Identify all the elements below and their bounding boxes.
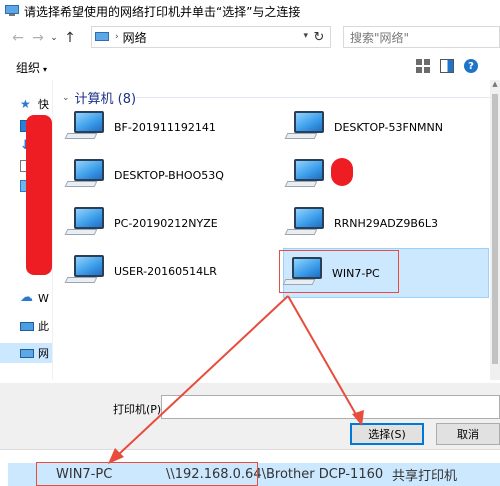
view-options-icon[interactable] [416, 59, 430, 73]
chevron-right-icon: › [115, 32, 119, 42]
scroll-up-icon[interactable]: ▲ [490, 80, 500, 90]
computer-name: DESKTOP-53FNMNN [334, 120, 444, 134]
computer-icon [284, 155, 326, 195]
sidebar-item-quick-access[interactable]: ★ 快 [20, 96, 49, 112]
breadcrumb-network[interactable]: 网络 [123, 29, 147, 46]
computer-name: USER-20160514LR [114, 264, 217, 278]
forward-button[interactable]: → [28, 26, 48, 50]
chevron-down-icon: ▾ [43, 64, 48, 74]
recent-locations-button[interactable]: ⌄ [48, 26, 60, 50]
computer-icon [284, 203, 326, 243]
chevron-down-icon: ⌄ [62, 92, 70, 103]
computer-icon [284, 107, 326, 147]
computer-icon [64, 251, 106, 291]
computer-name: BF-201911192141 [114, 120, 216, 134]
toolbar: 组织 ▾ ? [0, 55, 500, 79]
sidebar-item-onedrive[interactable]: ☁ W [20, 290, 49, 306]
preview-pane-icon[interactable] [440, 59, 454, 73]
network-icon [20, 348, 34, 358]
computer-item[interactable]: DESKTOP-BHOO53Q [64, 151, 266, 199]
sidebar-item-network[interactable]: 网 [20, 345, 49, 361]
redaction-mark [331, 158, 353, 186]
computer-item[interactable]: RRNH29ADZ9B6L3 [284, 199, 486, 247]
printer-input[interactable] [161, 395, 500, 419]
sidebar-item-label: 此 [38, 320, 49, 333]
chevron-down-icon[interactable]: ▾ [303, 31, 308, 41]
sidebar-item-label: 网 [38, 347, 49, 360]
network-icon [95, 31, 111, 43]
help-icon[interactable]: ? [464, 59, 478, 73]
computer-item[interactable]: USER-20160514LR [64, 247, 266, 295]
scroll-thumb[interactable] [492, 94, 498, 364]
annotation-box [279, 250, 399, 293]
refresh-button[interactable]: ↻ [311, 28, 327, 46]
navigation-bar: ← → ⌄ ↑ › 网络 ▾ ↻ 搜索"网络" [0, 22, 500, 54]
sidebar-item-this-pc[interactable]: 此 [20, 318, 49, 334]
address-bar[interactable]: › 网络 ▾ ↻ [91, 26, 331, 48]
window-title: 请选择希望使用的网络打印机并单击“选择”与之连接 [24, 4, 301, 19]
printer-label: 打印机(P): [113, 403, 165, 416]
computer-item[interactable] [284, 151, 486, 199]
network-printer-icon [5, 5, 19, 17]
computer-icon [64, 155, 106, 195]
title-bar: 请选择希望使用的网络打印机并单击“选择”与之连接 [0, 0, 500, 22]
scrollbar[interactable]: ▲ [490, 80, 500, 380]
computer-icon [64, 203, 106, 243]
onedrive-icon: ☁ [20, 290, 33, 305]
this-pc-icon [20, 321, 34, 331]
group-divider [136, 97, 494, 98]
search-input[interactable]: 搜索"网络" [343, 26, 500, 48]
select-button[interactable]: 选择(S) [350, 423, 424, 445]
computer-name: DESKTOP-BHOO53Q [114, 168, 224, 182]
organize-button[interactable]: 组织 ▾ [16, 59, 47, 76]
list-header [0, 449, 500, 461]
computer-icon [64, 107, 106, 147]
back-button[interactable]: ← [8, 26, 28, 50]
sidebar-item-label: W [38, 291, 49, 305]
quick-access-icon: ★ [20, 97, 31, 111]
up-button[interactable]: ↑ [60, 26, 80, 50]
pane-divider [52, 80, 53, 380]
sidebar-item-label: 快 [38, 98, 49, 111]
redaction-mark [26, 115, 52, 275]
computer-name: PC-20190212NYZE [114, 216, 218, 230]
cancel-button[interactable]: 取消 [436, 423, 500, 445]
row-type: 共享打印机 [392, 469, 458, 484]
computer-item[interactable]: BF-201911192141 [64, 103, 266, 151]
computer-name: RRNH29ADZ9B6L3 [334, 216, 438, 230]
computer-item[interactable]: PC-20190212NYZE [64, 199, 266, 247]
computer-item[interactable]: DESKTOP-53FNMNN [284, 103, 486, 151]
organize-label: 组织 [16, 60, 41, 75]
annotation-box [36, 462, 258, 486]
